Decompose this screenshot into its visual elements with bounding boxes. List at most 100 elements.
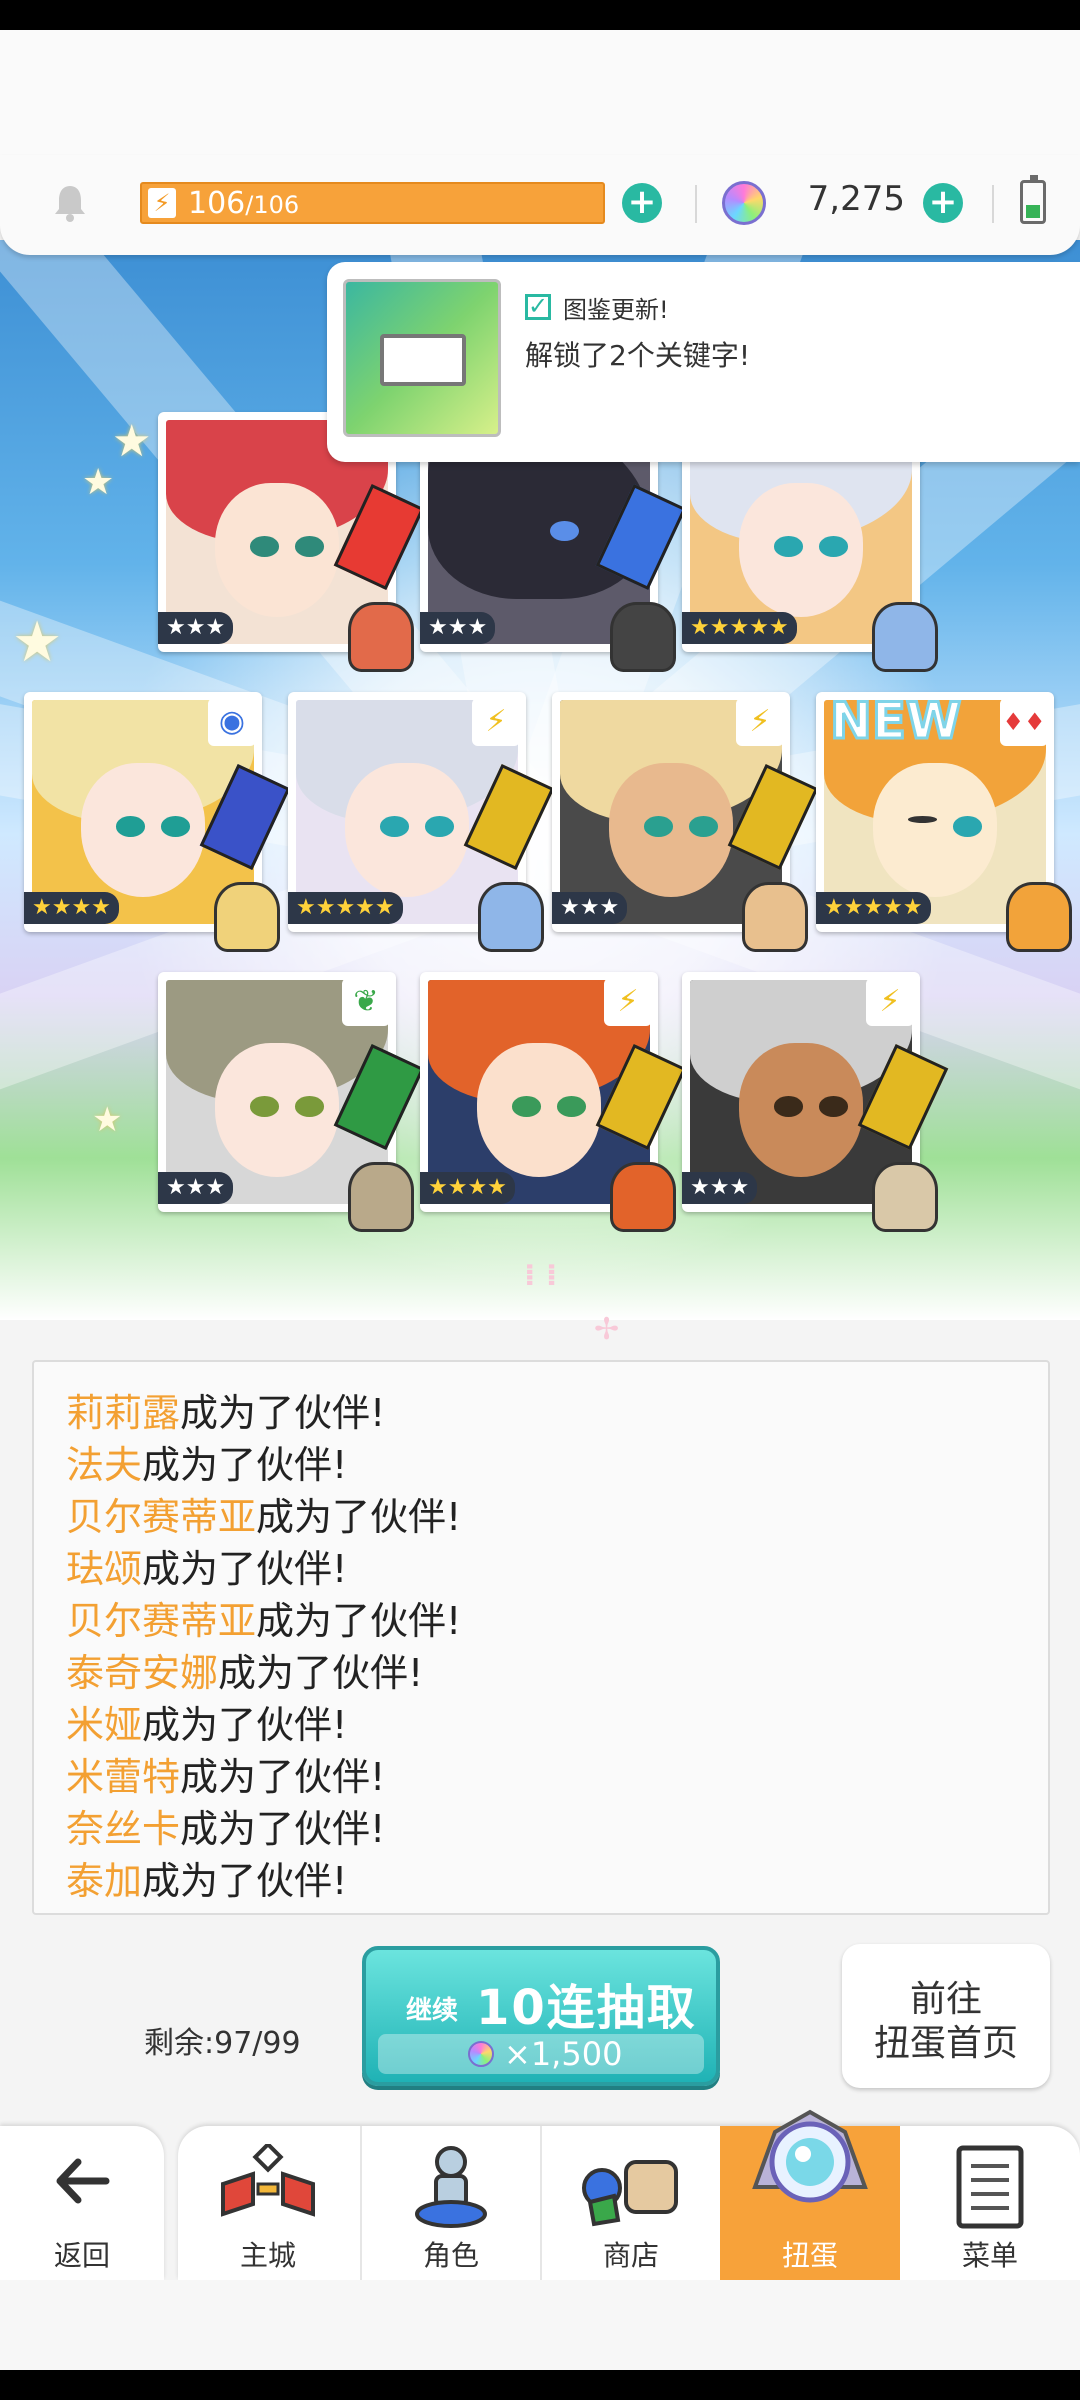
log-suffix: 成为了伙伴! — [256, 1599, 462, 1643]
fire-element-icon: ♦♦ — [1000, 698, 1048, 746]
character-eye — [818, 1096, 848, 1117]
chibi-sprite — [214, 882, 280, 952]
log-entry: 奈丝卡成为了伙伴! — [66, 1804, 385, 1854]
notification-title: 图鉴更新! — [563, 296, 669, 324]
log-entry: 米娅成为了伙伴! — [66, 1700, 347, 1750]
character-name: 泰奇安娜 — [66, 1651, 219, 1695]
chibi-sprite — [742, 882, 808, 952]
add-energy-button[interactable]: + — [622, 183, 662, 223]
log-entry: 珐颂成为了伙伴! — [66, 1544, 347, 1594]
collection-update-notification[interactable]: ✓ 图鉴更新! 解锁了2个关键字! — [327, 262, 1080, 462]
gacha-icon — [752, 2109, 868, 2203]
back-button[interactable]: 返回 — [0, 2126, 164, 2280]
log-suffix: 成为了伙伴! — [180, 1807, 386, 1851]
log-suffix: 成为了伙伴! — [142, 1443, 348, 1487]
rarity-stars: ★★★ — [420, 612, 496, 644]
add-gems-button[interactable]: + — [923, 183, 963, 223]
character-card[interactable]: ⚡ ★★★ — [682, 972, 949, 1232]
system-status-bar — [0, 0, 1080, 30]
character-eye — [380, 816, 410, 837]
character-card[interactable]: ⚡ ★★★ — [552, 692, 819, 952]
log-entry: 泰奇安娜成为了伙伴! — [66, 1648, 423, 1698]
character-eye — [116, 816, 146, 837]
nav-label: 主城 — [239, 2239, 296, 2272]
divider — [992, 185, 994, 223]
log-entry: 贝尔赛蒂亚成为了伙伴! — [66, 1596, 461, 1646]
rarity-stars: ★★★ — [158, 1172, 234, 1204]
chibi-sprite — [610, 1162, 676, 1232]
nav-item-menu[interactable]: 菜单 — [900, 2126, 1080, 2280]
nav-item-shop[interactable]: 商店 — [540, 2126, 720, 2280]
nav-item-castle[interactable]: 主城 — [178, 2126, 358, 2280]
character-icon — [415, 2146, 487, 2228]
character-name: 米蕾特 — [66, 1755, 181, 1799]
rainbow-gem-icon — [722, 181, 766, 225]
character-name: 贝尔赛蒂亚 — [66, 1599, 257, 1643]
lightning-element-icon: ⚡ — [866, 978, 914, 1026]
remaining-count: 剩余:97/99 — [144, 2026, 301, 2061]
character-eye — [294, 536, 324, 557]
star-icon: ★ — [92, 1100, 123, 1140]
go-gacha-home-button[interactable]: 前往 扭蛋首页 — [842, 1944, 1050, 2088]
nav-label: 菜单 — [961, 2239, 1018, 2272]
log-entry: 泰加成为了伙伴! — [66, 1856, 347, 1906]
chibi-sprite — [348, 602, 414, 672]
energy-value: 106/106 — [188, 185, 299, 224]
result-log[interactable]: 莉莉露成为了伙伴! 法夫成为了伙伴! 贝尔赛蒂亚成为了伙伴! 珐颂成为了伙伴! … — [32, 1360, 1050, 1915]
log-suffix: 成为了伙伴! — [142, 1547, 348, 1591]
water-element-icon: ◉ — [208, 698, 256, 746]
system-navigation-bar — [0, 2370, 1080, 2400]
top-spacer — [0, 30, 1080, 155]
pull-cost: ×1,500 — [378, 2034, 704, 2074]
sparkle-icon: ⁞ ⁞ — [524, 1258, 558, 1293]
rarity-stars: ★★★★★ — [288, 892, 403, 924]
nav-label: 扭蛋 — [781, 2239, 838, 2272]
checkbox-icon: ✓ — [525, 294, 551, 320]
star-icon: ★ — [82, 462, 115, 503]
log-entry: 贝尔赛蒂亚成为了伙伴! — [66, 1492, 461, 1542]
character-eye — [250, 536, 280, 557]
character-eye — [774, 536, 804, 557]
lightning-element-icon: ⚡ — [736, 698, 784, 746]
dragon-eye — [550, 520, 579, 541]
arrow-left-icon — [56, 2158, 110, 2204]
pull-label: 10连抽取 — [476, 1980, 697, 2036]
continue-label: 继续 — [406, 1996, 459, 2026]
log-suffix: 成为了伙伴! — [180, 1391, 386, 1435]
lightning-element-icon: ⚡ — [472, 698, 520, 746]
character-eye — [424, 816, 454, 837]
book-icon — [343, 279, 501, 437]
character-card[interactable]: ⚡ ★★★★ — [420, 972, 687, 1232]
chibi-sprite — [872, 602, 938, 672]
star-icon: ★ — [12, 610, 63, 675]
character-card[interactable]: ❦ ★★★ — [158, 972, 425, 1232]
character-eye — [250, 1096, 280, 1117]
menu-icon — [956, 2145, 1024, 2229]
pull-10-button[interactable]: 继续 10连抽取 ×1,500 — [362, 1946, 720, 2086]
character-eye — [556, 1096, 586, 1117]
rarity-stars: ★★★ — [158, 612, 234, 644]
rarity-stars: ★★★★ — [24, 892, 119, 924]
log-suffix: 成为了伙伴! — [142, 1859, 348, 1903]
star-icon: ★ — [112, 416, 152, 467]
character-eye — [512, 1096, 542, 1117]
book-pages — [380, 334, 466, 386]
bell-icon[interactable] — [52, 183, 88, 223]
leaf-element-icon: ❦ — [342, 978, 390, 1026]
log-suffix: 成为了伙伴! — [218, 1651, 424, 1695]
nav-item-character[interactable]: 角色 — [360, 2126, 540, 2280]
character-name: 米娅 — [66, 1703, 143, 1747]
character-card[interactable]: NEW ♦♦ ★★★★★ — [816, 691, 1072, 952]
rarity-stars: ★★★★★ — [816, 892, 931, 924]
chibi-sprite — [872, 1162, 938, 1232]
energy-bar: ⚡ 106/106 — [140, 182, 605, 224]
rarity-stars: ★★★★ — [420, 1172, 515, 1204]
bottom-navigation: 返回 主城 角色 商店 扭蛋 菜单 — [0, 2109, 1080, 2280]
log-suffix: 成为了伙伴! — [256, 1495, 462, 1539]
character-card[interactable]: ⚡ ★★★★★ — [288, 692, 555, 952]
character-card[interactable]: ◉ ★★★★ — [24, 692, 291, 952]
character-eye — [818, 536, 848, 557]
character-eye — [294, 1096, 324, 1117]
log-entry: 莉莉露成为了伙伴! — [66, 1388, 385, 1438]
nav-item-gacha[interactable]: 扭蛋 — [720, 2109, 900, 2280]
